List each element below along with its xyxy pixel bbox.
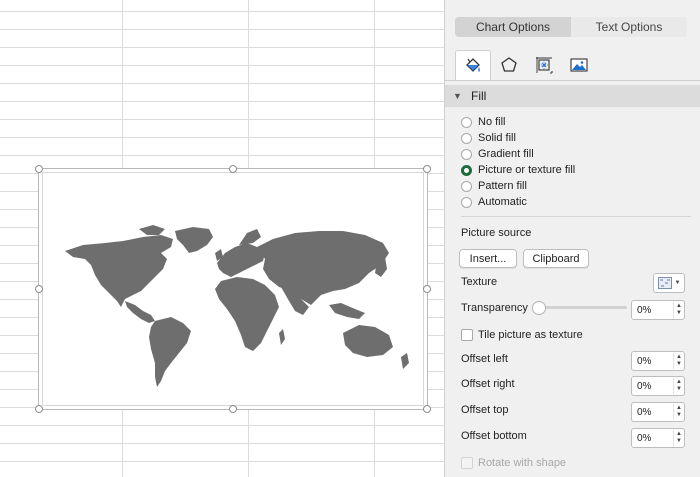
section-divider <box>461 216 691 217</box>
stepper-arrows[interactable]: ▲ ▼ <box>673 378 684 394</box>
resize-handle-left[interactable] <box>35 285 43 293</box>
options-segmented-control: Chart Options Text Options <box>455 17 687 37</box>
resize-handle-bottom-left[interactable] <box>35 405 43 413</box>
radio-label: Gradient fill <box>478 148 534 160</box>
chevron-down-icon: ▼ <box>674 280 681 286</box>
radio-button-selected[interactable] <box>461 164 472 176</box>
fill-section-header[interactable]: ▼ Fill <box>445 85 700 107</box>
clipboard-button[interactable]: Clipboard <box>523 249 589 268</box>
tab-text-options[interactable]: Text Options <box>571 17 687 37</box>
radio-button[interactable] <box>461 196 472 208</box>
radio-button[interactable] <box>461 180 472 192</box>
radio-button[interactable] <box>461 132 472 144</box>
offset-bottom-value[interactable]: 0% <box>632 433 673 444</box>
transparency-stepper[interactable]: 0% ▲ ▼ <box>631 300 685 320</box>
rotate-with-shape-checkbox[interactable] <box>461 457 473 469</box>
radio-automatic[interactable]: Automatic <box>461 194 527 210</box>
radio-label: Pattern fill <box>478 180 527 192</box>
radio-pattern-fill[interactable]: Pattern fill <box>461 178 527 194</box>
paint-bucket-icon <box>466 58 480 72</box>
radio-gradient-fill[interactable]: Gradient fill <box>461 146 534 162</box>
stepper-arrows[interactable]: ▲ ▼ <box>673 430 684 446</box>
texture-label: Texture <box>461 276 498 288</box>
resize-handle-right[interactable] <box>423 285 431 293</box>
radio-label: Automatic <box>478 196 527 208</box>
resize-handle-top-right[interactable] <box>423 165 431 173</box>
radio-button[interactable] <box>461 148 472 160</box>
picture-icon <box>570 58 588 72</box>
resize-handle-bottom[interactable] <box>229 405 237 413</box>
tab-divider <box>445 80 700 81</box>
picture-tab[interactable] <box>562 50 596 80</box>
transparency-label: Transparency <box>461 302 528 314</box>
resize-handle-bottom-right[interactable] <box>423 405 431 413</box>
texture-swatch-icon <box>657 277 672 289</box>
pentagon-icon <box>501 57 517 72</box>
radio-picture-texture-fill[interactable]: Picture or texture fill <box>461 162 575 178</box>
offset-top-value[interactable]: 0% <box>632 407 673 418</box>
offset-top-label: Offset top <box>461 404 509 416</box>
size-properties-tab[interactable] <box>527 50 561 80</box>
offset-bottom-label: Offset bottom <box>461 430 527 442</box>
resize-handle-top[interactable] <box>229 165 237 173</box>
fill-section-title: Fill <box>471 89 487 103</box>
resize-handle-top-left[interactable] <box>35 165 43 173</box>
fill-line-tab[interactable] <box>455 50 491 81</box>
size-properties-icon <box>536 57 553 74</box>
offset-left-stepper[interactable]: 0% ▲ ▼ <box>631 351 685 371</box>
texture-picker-button[interactable]: ▼ <box>653 273 685 293</box>
tile-picture-checkbox[interactable] <box>461 329 473 341</box>
offset-right-value[interactable]: 0% <box>632 381 673 392</box>
radio-label: Picture or texture fill <box>478 164 576 176</box>
transparency-value[interactable]: 0% <box>632 305 673 316</box>
tile-picture-label: Tile picture as texture <box>478 329 583 341</box>
radio-label: No fill <box>478 116 506 128</box>
tab-chart-options[interactable]: Chart Options <box>455 17 571 37</box>
plot-area[interactable] <box>42 172 424 406</box>
transparency-slider-thumb[interactable] <box>532 301 546 315</box>
offset-left-label: Offset left <box>461 353 508 365</box>
world-map-picture <box>65 225 409 387</box>
spreadsheet-grid[interactable] <box>0 0 444 477</box>
stepper-arrows[interactable]: ▲ ▼ <box>673 404 684 420</box>
offset-bottom-stepper[interactable]: 0% ▲ ▼ <box>631 428 685 448</box>
offset-right-label: Offset right <box>461 378 515 390</box>
offset-right-stepper[interactable]: 0% ▲ ▼ <box>631 376 685 396</box>
stepper-arrows[interactable]: ▲ ▼ <box>673 302 684 318</box>
radio-button[interactable] <box>461 116 472 128</box>
effects-tab[interactable] <box>492 50 526 80</box>
stepper-arrows[interactable]: ▲ ▼ <box>673 353 684 369</box>
chart-area[interactable] <box>35 165 431 413</box>
format-chart-area-pane: Chart Options Text Options ▼ Fill No fil… <box>444 0 700 477</box>
offset-top-stepper[interactable]: 0% ▲ ▼ <box>631 402 685 422</box>
rotate-with-shape-label: Rotate with shape <box>478 457 567 469</box>
chevron-down-icon: ▼ <box>453 91 462 101</box>
radio-no-fill[interactable]: No fill <box>461 114 506 130</box>
picture-source-label: Picture source <box>461 227 532 239</box>
radio-solid-fill[interactable]: Solid fill <box>461 130 516 146</box>
radio-label: Solid fill <box>478 132 516 144</box>
offset-left-value[interactable]: 0% <box>632 356 673 367</box>
format-icon-tabs <box>455 50 597 81</box>
transparency-slider-track[interactable] <box>535 306 627 309</box>
insert-button[interactable]: Insert... <box>459 249 517 268</box>
